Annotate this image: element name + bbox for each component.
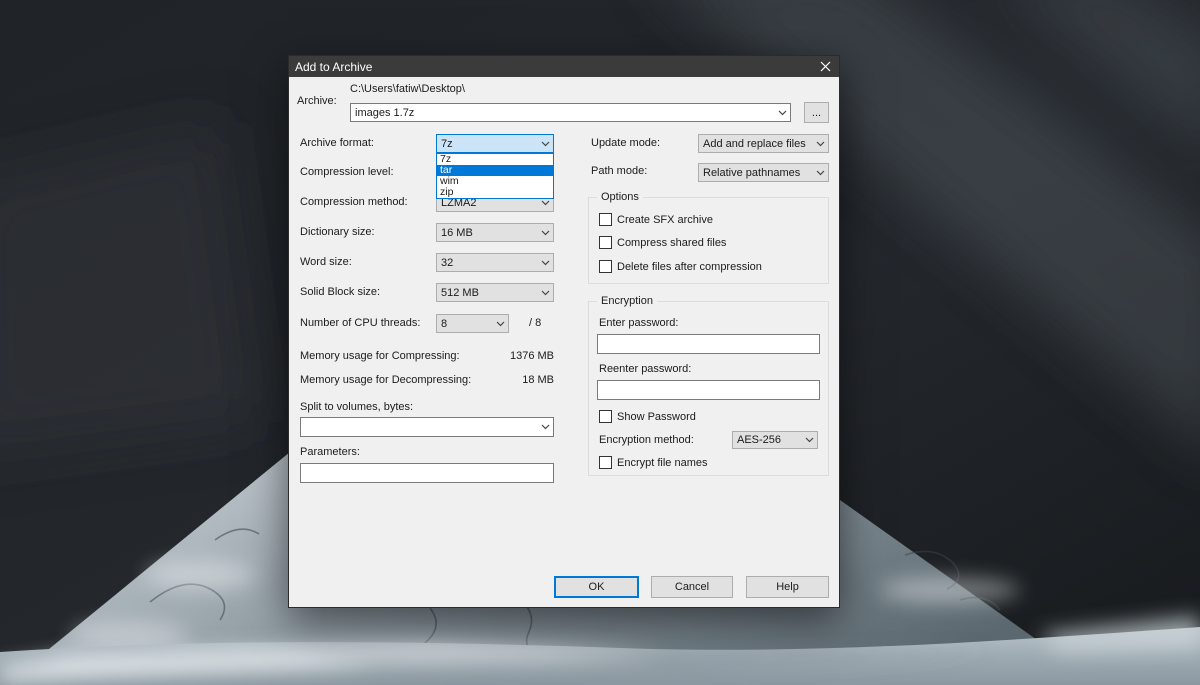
reenter-password-input[interactable] <box>597 380 820 400</box>
memory-compress-label: Memory usage for Compressing: <box>300 349 460 363</box>
encryption-group-title: Encryption <box>597 295 657 308</box>
chevron-down-icon[interactable] <box>801 437 817 443</box>
chevron-down-icon[interactable] <box>537 200 553 206</box>
encrypt-file-names-checkbox[interactable] <box>599 456 612 469</box>
split-volumes-combobox[interactable] <box>300 417 554 437</box>
archive-dir-path: C:\Users\fatiw\Desktop\ <box>350 82 465 96</box>
dictionary-size-label: Dictionary size: <box>300 225 375 239</box>
word-size-value: 32 <box>441 257 537 269</box>
close-icon <box>820 61 831 72</box>
archive-format-dropdown-list: 7z tar wim zip <box>436 153 554 199</box>
window-title: Add to Archive <box>295 60 372 74</box>
update-mode-combobox[interactable]: Add and replace files <box>698 134 829 153</box>
archive-format-value: 7z <box>441 138 537 150</box>
solid-block-size-label: Solid Block size: <box>300 285 380 299</box>
show-password-checkbox-row[interactable]: Show Password <box>599 410 696 423</box>
chevron-down-icon[interactable] <box>492 321 508 327</box>
browse-button[interactable]: ... <box>804 102 829 123</box>
archive-name-value: images 1.7z <box>355 107 774 119</box>
encryption-method-value: AES-256 <box>737 434 801 446</box>
path-mode-combobox[interactable]: Relative pathnames <box>698 163 829 182</box>
cancel-button[interactable]: Cancel <box>651 576 733 598</box>
update-mode-label: Update mode: <box>591 136 660 150</box>
dictionary-size-value: 16 MB <box>441 227 537 239</box>
archive-name-combobox[interactable]: images 1.7z <box>350 103 791 122</box>
path-mode-value: Relative pathnames <box>703 167 812 179</box>
compress-shared-label: Compress shared files <box>617 237 726 249</box>
create-sfx-checkbox-row[interactable]: Create SFX archive <box>599 213 713 226</box>
dropdown-option-wim[interactable]: wim <box>437 176 553 187</box>
chevron-down-icon[interactable] <box>537 290 553 296</box>
ok-button[interactable]: OK <box>554 576 639 598</box>
encryption-group: Encryption Enter password: Reenter passw… <box>588 301 829 476</box>
archive-format-combobox[interactable]: 7z <box>436 134 554 153</box>
parameters-input[interactable] <box>300 463 554 483</box>
delete-files-checkbox[interactable] <box>599 260 612 273</box>
compression-level-label: Compression level: <box>300 165 394 179</box>
compress-shared-checkbox-row[interactable]: Compress shared files <box>599 236 726 249</box>
cpu-threads-max: / 8 <box>529 316 541 330</box>
encrypt-file-names-checkbox-row[interactable]: Encrypt file names <box>599 456 707 469</box>
archive-format-label: Archive format: <box>300 136 374 150</box>
cpu-threads-label: Number of CPU threads: <box>300 316 420 330</box>
split-volumes-label: Split to volumes, bytes: <box>300 400 413 414</box>
memory-compress-value: 1376 MB <box>454 349 554 363</box>
encrypt-file-names-label: Encrypt file names <box>617 457 707 469</box>
create-sfx-checkbox[interactable] <box>599 213 612 226</box>
cancel-button-label: Cancel <box>675 581 709 593</box>
chevron-down-icon[interactable] <box>537 230 553 236</box>
encryption-method-label: Encryption method: <box>599 433 694 447</box>
ok-button-label: OK <box>589 581 605 593</box>
solid-block-size-value: 512 MB <box>441 287 537 299</box>
chevron-down-icon[interactable] <box>812 141 828 147</box>
delete-files-checkbox-row[interactable]: Delete files after compression <box>599 260 762 273</box>
parameters-label: Parameters: <box>300 445 360 459</box>
path-mode-label: Path mode: <box>591 164 647 178</box>
compress-shared-checkbox[interactable] <box>599 236 612 249</box>
dictionary-size-combobox[interactable]: 16 MB <box>436 223 554 242</box>
memory-decompress-label: Memory usage for Decompressing: <box>300 373 471 387</box>
browse-button-label: ... <box>812 107 821 119</box>
word-size-label: Word size: <box>300 255 352 269</box>
encryption-method-combobox[interactable]: AES-256 <box>732 431 818 449</box>
archive-label: Archive: <box>297 94 337 108</box>
chevron-down-icon[interactable] <box>812 170 828 176</box>
show-password-checkbox[interactable] <box>599 410 612 423</box>
dropdown-option-zip[interactable]: zip <box>437 187 553 198</box>
update-mode-value: Add and replace files <box>703 138 812 150</box>
cpu-threads-value: 8 <box>441 318 492 330</box>
word-size-combobox[interactable]: 32 <box>436 253 554 272</box>
chevron-down-icon[interactable] <box>537 424 553 430</box>
create-sfx-label: Create SFX archive <box>617 214 713 226</box>
titlebar: Add to Archive <box>289 56 839 77</box>
reenter-password-label: Reenter password: <box>599 362 691 376</box>
add-to-archive-dialog: Add to Archive Archive: C:\Users\fatiw\D… <box>288 55 840 608</box>
show-password-label: Show Password <box>617 411 696 423</box>
close-button[interactable] <box>816 58 834 75</box>
cpu-threads-combobox[interactable]: 8 <box>436 314 509 333</box>
chevron-down-icon[interactable] <box>537 260 553 266</box>
compression-method-label: Compression method: <box>300 195 408 209</box>
solid-block-size-combobox[interactable]: 512 MB <box>436 283 554 302</box>
enter-password-input[interactable] <box>597 334 820 354</box>
chevron-down-icon[interactable] <box>774 110 790 116</box>
delete-files-label: Delete files after compression <box>617 261 762 273</box>
options-group-title: Options <box>597 191 643 204</box>
dropdown-option-7z[interactable]: 7z <box>437 154 553 165</box>
help-button[interactable]: Help <box>746 576 829 598</box>
enter-password-label: Enter password: <box>599 316 678 330</box>
chevron-down-icon[interactable] <box>537 141 553 147</box>
options-group: Options Create SFX archive Compress shar… <box>588 197 829 284</box>
help-button-label: Help <box>776 581 799 593</box>
memory-decompress-value: 18 MB <box>454 373 554 387</box>
